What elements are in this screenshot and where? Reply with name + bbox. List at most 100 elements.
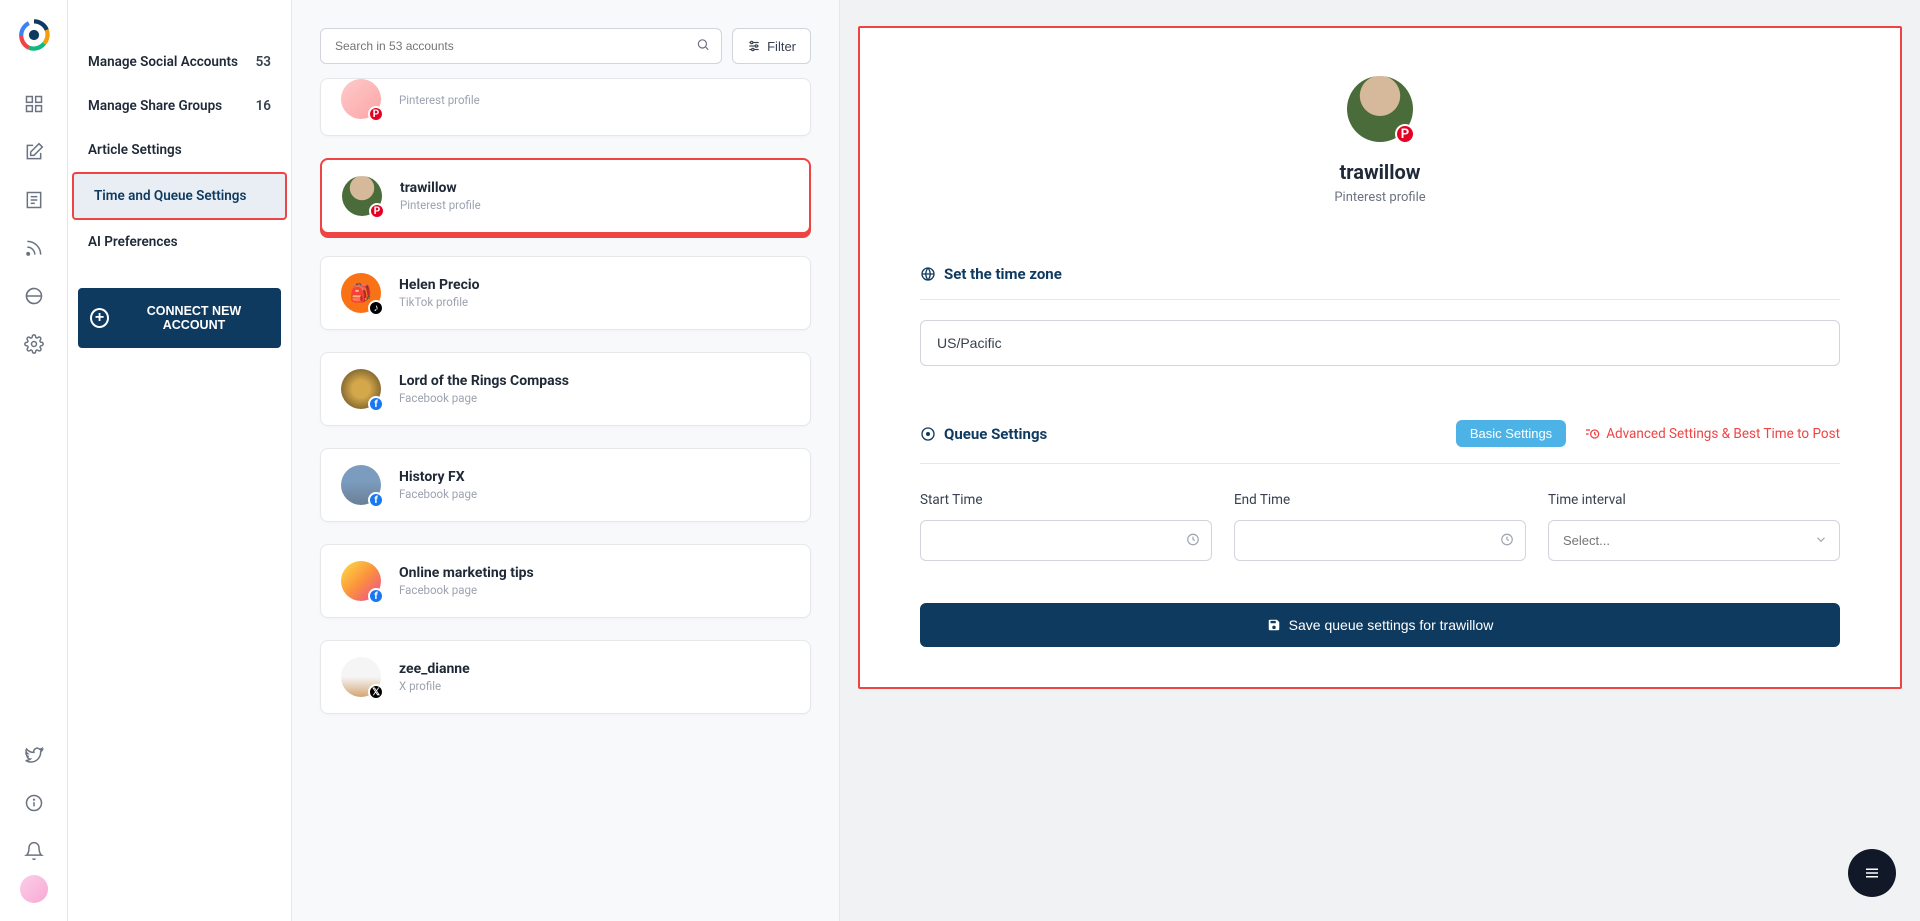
icon-rail (0, 0, 68, 921)
plus-circle-icon: + (90, 308, 109, 328)
timezone-input[interactable] (920, 320, 1840, 366)
account-name: Helen Precio (399, 277, 480, 293)
compose-icon[interactable] (22, 140, 46, 164)
clock-icon (1500, 531, 1514, 550)
sidebar-item-count: 16 (256, 98, 271, 114)
sidebar-item-article-settings[interactable]: Article Settings (68, 128, 291, 172)
end-time-label: End Time (1234, 492, 1526, 508)
avatar: f (341, 369, 381, 409)
sidebar-item-count: 53 (256, 54, 271, 70)
account-card[interactable]: f History FX Facebook page (320, 448, 811, 522)
rss-icon[interactable] (22, 236, 46, 260)
end-time-input[interactable] (1234, 520, 1526, 561)
search-box (320, 28, 722, 64)
user-avatar[interactable] (20, 875, 48, 903)
avatar: 𝕏 (341, 657, 381, 697)
sliders-icon (747, 39, 761, 53)
discover-icon[interactable] (22, 284, 46, 308)
basic-settings-button[interactable]: Basic Settings (1456, 420, 1566, 447)
sidebar-item-label: Manage Social Accounts (88, 54, 238, 70)
dashboard-icon[interactable] (22, 92, 46, 116)
sidebar-item-manage-accounts[interactable]: Manage Social Accounts 53 (68, 40, 291, 84)
target-icon (920, 426, 936, 442)
account-meta: zee_dianne X profile (399, 661, 470, 693)
account-meta: Lord of the Rings Compass Facebook page (399, 373, 569, 405)
avatar: P (341, 79, 381, 119)
start-time-label: Start Time (920, 492, 1212, 508)
sidebar-item-time-queue[interactable]: Time and Queue Settings (72, 172, 287, 220)
profile-avatar: P (1347, 76, 1413, 142)
document-icon[interactable] (22, 188, 46, 212)
sidebar-item-ai-preferences[interactable]: AI Preferences (68, 220, 291, 264)
clock-settings-icon (1584, 426, 1600, 442)
account-meta: Pinterest profile (399, 91, 480, 107)
account-card[interactable]: P Pinterest profile (320, 78, 811, 136)
tiktok-badge-icon: ♪ (368, 300, 384, 316)
fab-menu-button[interactable] (1848, 849, 1896, 897)
account-name: History FX (399, 469, 477, 485)
x-badge-icon: 𝕏 (368, 684, 384, 700)
end-time-field: End Time (1234, 492, 1526, 561)
start-time-field: Start Time (920, 492, 1212, 561)
avatar: f (341, 465, 381, 505)
avatar: 🎒 ♪ (341, 273, 381, 313)
facebook-badge-icon: f (368, 588, 384, 604)
interval-select[interactable] (1548, 520, 1840, 561)
chevron-down-icon (1814, 531, 1828, 550)
details-card: P trawillow Pinterest profile Set the ti… (858, 26, 1902, 689)
settings-sidebar: Manage Social Accounts 53 Manage Share G… (68, 0, 292, 921)
app-logo[interactable] (17, 18, 51, 52)
account-subtitle: TikTok profile (399, 295, 480, 309)
profile-header: P trawillow Pinterest profile (920, 76, 1840, 205)
save-queue-button[interactable]: Save queue settings for trawillow (920, 603, 1840, 647)
sidebar-item-label: AI Preferences (88, 234, 178, 250)
account-meta: History FX Facebook page (399, 469, 477, 501)
connect-new-account-button[interactable]: + CONNECT NEW ACCOUNT (78, 288, 281, 348)
details-column: P trawillow Pinterest profile Set the ti… (840, 0, 1920, 921)
sidebar-item-label: Article Settings (88, 142, 182, 158)
timezone-section-title: Set the time zone (920, 265, 1840, 283)
account-subtitle: X profile (399, 679, 470, 693)
account-subtitle: Pinterest profile (399, 93, 480, 107)
account-name: Lord of the Rings Compass (399, 373, 569, 389)
filter-button[interactable]: Filter (732, 28, 811, 64)
start-time-input[interactable] (920, 520, 1212, 561)
info-icon[interactable] (22, 791, 46, 815)
avatar: f (341, 561, 381, 601)
pinterest-badge-icon: P (1395, 124, 1415, 144)
sidebar-item-label: Time and Queue Settings (94, 188, 246, 204)
account-name: Online marketing tips (399, 565, 534, 581)
search-input[interactable] (320, 28, 722, 64)
account-card-selected[interactable]: P trawillow Pinterest profile (320, 158, 811, 234)
queue-section-title: Queue Settings (920, 425, 1047, 443)
bell-icon[interactable] (22, 839, 46, 863)
sidebar-item-share-groups[interactable]: Manage Share Groups 16 (68, 84, 291, 128)
divider (920, 463, 1840, 464)
facebook-badge-icon: f (368, 492, 384, 508)
menu-icon (1863, 864, 1881, 882)
account-meta: Helen Precio TikTok profile (399, 277, 480, 309)
account-meta: trawillow Pinterest profile (400, 180, 481, 212)
globe-icon (920, 266, 936, 282)
account-name: zee_dianne (399, 661, 470, 677)
accounts-list-column: Filter P Pinterest profile P trawillow P… (292, 0, 840, 921)
account-card[interactable]: f Online marketing tips Facebook page (320, 544, 811, 618)
interval-field: Time interval (1548, 492, 1840, 561)
account-name: trawillow (400, 180, 481, 196)
advanced-settings-link[interactable]: Advanced Settings & Best Time to Post (1584, 426, 1840, 442)
account-card[interactable]: f Lord of the Rings Compass Facebook pag… (320, 352, 811, 426)
avatar: P (342, 176, 382, 216)
account-card[interactable]: 🎒 ♪ Helen Precio TikTok profile (320, 256, 811, 330)
pinterest-badge-icon: P (368, 106, 384, 122)
account-meta: Online marketing tips Facebook page (399, 565, 534, 597)
account-card[interactable]: 𝕏 zee_dianne X profile (320, 640, 811, 714)
account-subtitle: Facebook page (399, 487, 477, 501)
divider (920, 299, 1840, 300)
twitter-icon[interactable] (22, 743, 46, 767)
search-icon (696, 37, 710, 56)
gear-icon[interactable] (22, 332, 46, 356)
facebook-badge-icon: f (368, 396, 384, 412)
profile-name: trawillow (1339, 160, 1420, 184)
profile-subtitle: Pinterest profile (1334, 190, 1425, 205)
connect-button-label: CONNECT NEW ACCOUNT (119, 304, 269, 332)
